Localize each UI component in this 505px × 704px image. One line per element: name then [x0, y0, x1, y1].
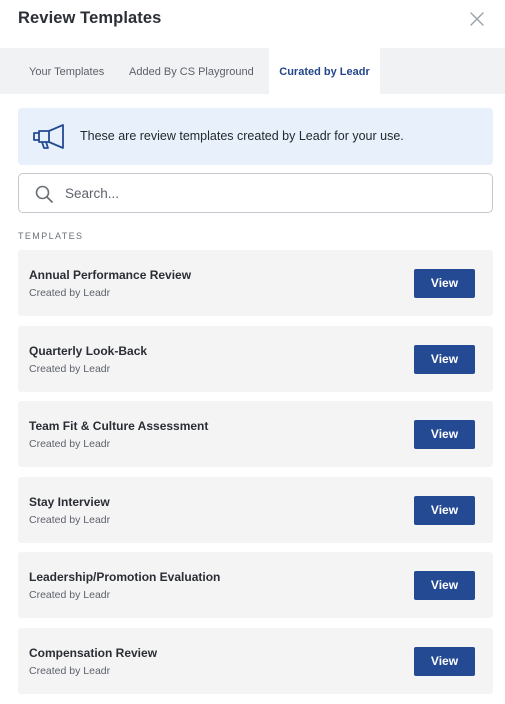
view-button[interactable]: View: [414, 420, 475, 449]
search-icon: [35, 185, 53, 203]
template-name: Leadership/Promotion Evaluation: [29, 570, 221, 584]
search-input[interactable]: [65, 181, 475, 205]
template-creator: Created by Leadr: [29, 363, 111, 375]
view-button[interactable]: View: [414, 647, 475, 676]
template-name: Quarterly Look-Back: [29, 344, 148, 358]
template-name: Stay Interview: [29, 495, 110, 509]
tab-bar: Your Templates Added By CS Playground Cu…: [0, 48, 505, 94]
template-card: Quarterly Look-Back Created by Leadr Vie…: [18, 326, 493, 392]
megaphone-icon: [33, 124, 64, 149]
banner-message: These are review templates created by Le…: [80, 129, 404, 143]
template-name: Compensation Review: [29, 646, 158, 660]
template-card: Compensation Review Created by Leadr Vie…: [18, 628, 493, 694]
template-creator: Created by Leadr: [29, 438, 111, 450]
view-button[interactable]: View: [414, 269, 475, 298]
dialog-title: Review Templates: [18, 9, 162, 27]
view-button[interactable]: View: [414, 571, 475, 600]
template-creator: Created by Leadr: [29, 589, 111, 601]
template-creator: Created by Leadr: [29, 514, 111, 526]
template-creator: Created by Leadr: [29, 665, 111, 677]
tab-added-by-cs-playground[interactable]: Added By CS Playground: [129, 48, 254, 94]
template-card: Team Fit & Culture Assessment Created by…: [18, 401, 493, 467]
view-button[interactable]: View: [414, 496, 475, 525]
tab-your-templates[interactable]: Your Templates: [29, 48, 104, 94]
template-name: Team Fit & Culture Assessment: [29, 419, 209, 433]
template-name: Annual Performance Review: [29, 268, 192, 282]
template-card: Annual Performance Review Created by Lea…: [18, 250, 493, 316]
template-card: Stay Interview Created by Leadr View: [18, 477, 493, 543]
info-banner: These are review templates created by Le…: [18, 108, 493, 165]
template-card: Leadership/Promotion Evaluation Created …: [18, 552, 493, 618]
section-label-templates: TEMPLATES: [18, 231, 84, 241]
close-icon[interactable]: [468, 10, 486, 28]
search-box[interactable]: [18, 173, 493, 213]
template-creator: Created by Leadr: [29, 287, 111, 299]
dialog-header: Review Templates: [0, 0, 505, 48]
tab-curated-by-leadr[interactable]: Curated by Leadr: [269, 48, 380, 94]
view-button[interactable]: View: [414, 345, 475, 374]
